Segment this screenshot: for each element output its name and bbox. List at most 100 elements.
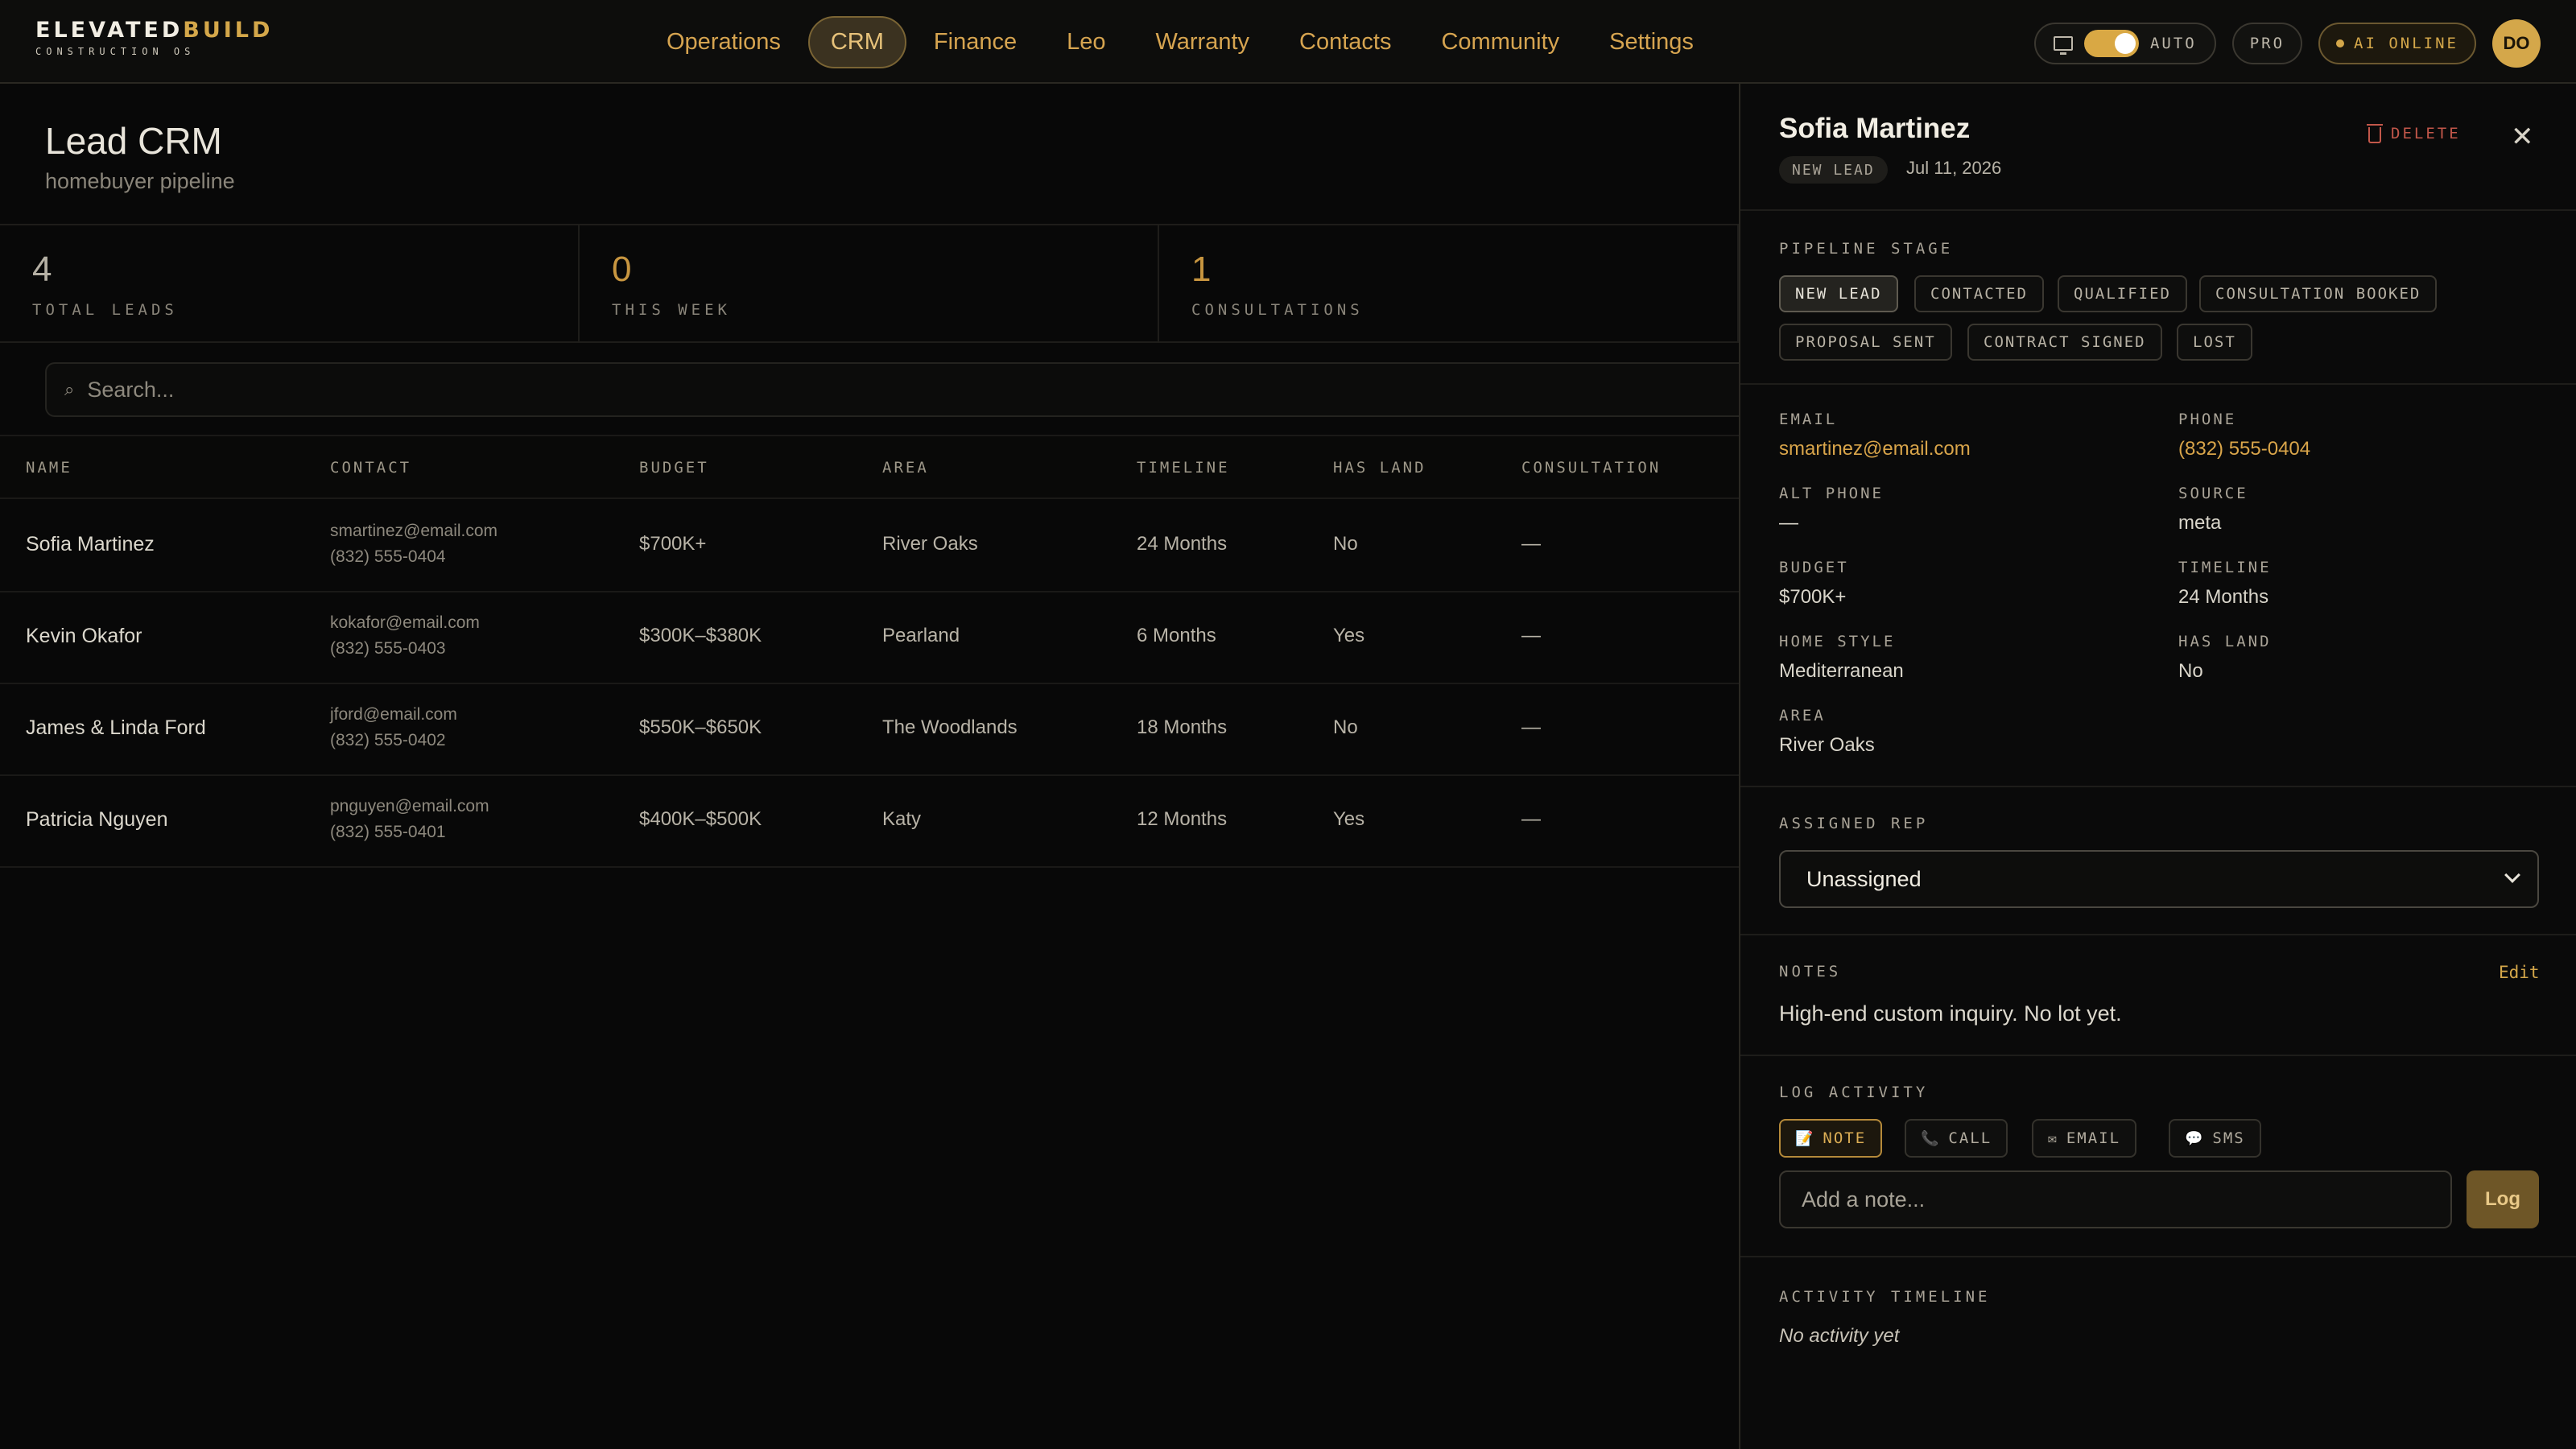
row-budget: $300K–$380K [639, 625, 762, 646]
nav-crm[interactable]: CRM [807, 16, 906, 68]
stat-label: TOTAL LEADS [32, 301, 178, 319]
close-icon[interactable]: ✕ [2511, 121, 2534, 153]
home-style-value: Mediterranean [1779, 660, 1904, 682]
row-consultation: — [1521, 808, 1541, 830]
main-nav: Operations CRM Finance Leo Warranty Cont… [644, 16, 1721, 68]
ai-status-label: AI ONLINE [2354, 35, 2458, 52]
activity-timeline-label: ACTIVITY TIMELINE [1779, 1288, 1991, 1306]
stage-badge: NEW LEAD [1779, 156, 1888, 184]
notes-edit-button[interactable]: Edit [2499, 963, 2540, 982]
col-timeline[interactable]: TIMELINE [1137, 459, 1230, 477]
alt-phone-label: ALT PHONE [1779, 485, 1884, 502]
stat-label: CONSULTATIONS [1191, 301, 1364, 319]
notes-label: NOTES [1779, 963, 1842, 980]
user-avatar[interactable]: DO [2492, 19, 2541, 68]
assigned-rep-value: Unassigned [1806, 866, 1922, 891]
row-timeline: 6 Months [1137, 625, 1216, 646]
crm-main: Lead CRM homebuyer pipeline 4 TOTAL LEAD… [0, 84, 1739, 1449]
lead-date: Jul 11, 2026 [1906, 158, 2002, 178]
col-name[interactable]: NAME [26, 459, 72, 477]
col-contact[interactable]: CONTACT [330, 459, 411, 477]
table-row[interactable]: Patricia Nguyen pnguyen@email.com (832) 5… [0, 776, 1739, 868]
row-phone: (832) 555-0402 [330, 731, 446, 749]
row-has-land: Yes [1333, 625, 1365, 646]
activity-note-input[interactable]: Add a note... [1779, 1170, 2452, 1228]
row-consultation: — [1521, 716, 1541, 738]
assigned-rep-select[interactable]: Unassigned [1779, 850, 2539, 908]
activity-type-sms[interactable]: 💬 SMS [2169, 1119, 2261, 1158]
email-link[interactable]: smartinez@email.com [1779, 438, 1971, 460]
activity-type-email[interactable]: ✉ EMAIL [2032, 1119, 2137, 1158]
stage-qualified[interactable]: QUALIFIED [2058, 275, 2187, 312]
nav-contacts[interactable]: Contacts [1277, 16, 1414, 68]
home-style-label: HOME STYLE [1779, 633, 1896, 650]
activity-type-label: EMAIL [2066, 1129, 2121, 1147]
row-phone: (832) 555-0403 [330, 639, 446, 658]
stage-proposal-sent[interactable]: PROPOSAL SENT [1779, 324, 1952, 361]
nav-community[interactable]: Community [1418, 16, 1582, 68]
status-dot-icon [2336, 39, 2345, 47]
has-land-value: No [2178, 660, 2203, 682]
theme-toggle[interactable]: AUTO [2033, 23, 2216, 64]
row-area: The Woodlands [882, 716, 1018, 738]
stat-value: 1 [1191, 250, 1212, 289]
row-contact: kokafor@email.com (832) 555-0403 [330, 610, 480, 662]
pipeline-stage-label: PIPELINE STAGE [1779, 240, 1954, 258]
stage-contract-signed[interactable]: CONTRACT SIGNED [1967, 324, 2162, 361]
col-consultation[interactable]: CONSULTATION [1521, 459, 1661, 477]
auto-theme-switch[interactable] [2083, 30, 2139, 57]
envelope-icon: ✉ [2048, 1129, 2058, 1147]
nav-settings[interactable]: Settings [1587, 16, 1716, 68]
activity-type-note[interactable]: 📝 NOTE [1779, 1119, 1883, 1158]
row-area: Katy [882, 808, 922, 830]
stage-consultation-booked[interactable]: CONSULTATION BOOKED [2199, 275, 2438, 312]
col-has-land[interactable]: HAS LAND [1333, 459, 1426, 477]
brand-logo[interactable]: ELEVATEDBUILD CONSTRUCTION OS [35, 18, 273, 57]
search-icon: ⌕ [64, 379, 75, 399]
stat-value: 0 [612, 250, 632, 289]
divider [1740, 786, 2576, 787]
budget-label: BUDGET [1779, 559, 1849, 576]
pro-badge[interactable]: PRO [2231, 23, 2303, 64]
nav-warranty[interactable]: Warranty [1133, 16, 1272, 68]
chat-bubble-icon: 💬 [2185, 1129, 2205, 1147]
table-row[interactable]: James & Linda Ford jford@email.com (832) … [0, 684, 1739, 776]
row-has-land: Yes [1333, 808, 1365, 830]
stat-total-leads: 4 TOTAL LEADS [0, 225, 580, 341]
timeline-label: TIMELINE [2178, 559, 2272, 576]
monitor-icon [2053, 36, 2073, 55]
search-input[interactable]: ⌕ Search... [45, 362, 1739, 417]
log-button[interactable]: Log [2467, 1170, 2539, 1228]
delete-label: DELETE [2391, 125, 2461, 142]
row-phone: (832) 555-0401 [330, 823, 446, 841]
delete-button[interactable]: DELETE [2367, 124, 2461, 143]
col-budget[interactable]: BUDGET [639, 459, 709, 477]
has-land-label: HAS LAND [2178, 633, 2272, 650]
row-email: kokafor@email.com [330, 613, 480, 632]
lead-name: Sofia Martinez [1779, 113, 1971, 144]
divider [1740, 383, 2576, 385]
stage-contacted[interactable]: CONTACTED [1914, 275, 2044, 312]
divider [1740, 209, 2576, 211]
activity-type-call[interactable]: 📞 CALL [1905, 1119, 2008, 1158]
col-area[interactable]: AREA [882, 459, 929, 477]
search-placeholder: Search... [87, 377, 175, 402]
activity-type-label: SMS [2212, 1129, 2245, 1147]
log-activity-label: LOG ACTIVITY [1779, 1084, 1929, 1101]
phone-link[interactable]: (832) 555-0404 [2178, 438, 2310, 460]
stage-lost[interactable]: LOST [2177, 324, 2252, 361]
row-email: pnguyen@email.com [330, 797, 489, 815]
table-row[interactable]: Kevin Okafor kokafor@email.com (832) 555-… [0, 592, 1739, 684]
alt-phone-value: — [1779, 512, 1798, 534]
table-row[interactable]: Sofia Martinez smartinez@email.com (832) … [0, 501, 1739, 592]
row-has-land: No [1333, 716, 1358, 738]
nav-leo[interactable]: Leo [1044, 16, 1128, 68]
row-name: Sofia Martinez [26, 533, 155, 555]
row-budget: $400K–$500K [639, 808, 762, 830]
stage-new-lead[interactable]: NEW LEAD [1779, 275, 1898, 312]
email-label: EMAIL [1779, 411, 1838, 428]
ai-status-badge[interactable]: AI ONLINE [2318, 23, 2476, 64]
nav-finance[interactable]: Finance [911, 16, 1039, 68]
nav-operations[interactable]: Operations [644, 16, 803, 68]
row-name: Kevin Okafor [26, 625, 142, 647]
